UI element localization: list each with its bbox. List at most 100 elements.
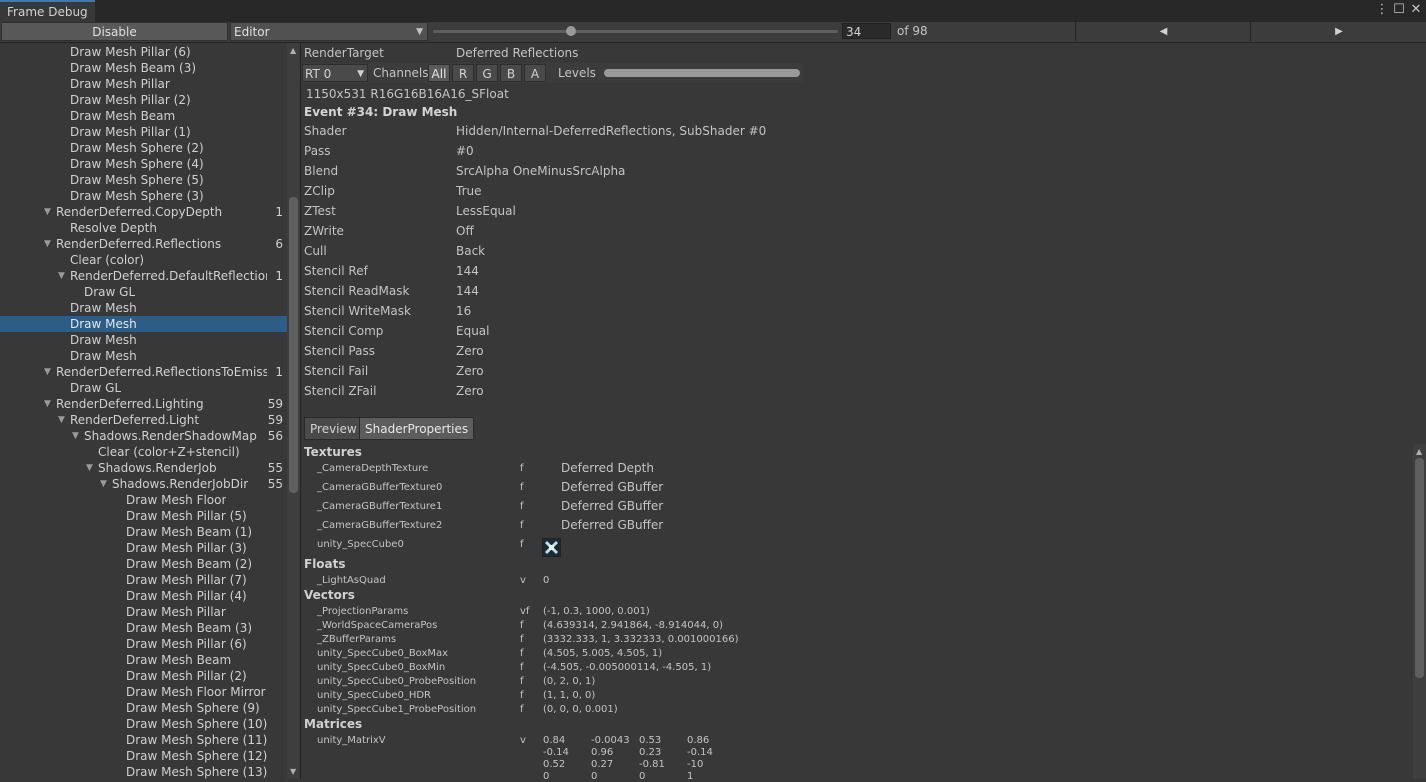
tree-row[interactable]: ▼ Shadows.RenderJob 55	[0, 460, 287, 476]
target-dropdown[interactable]: Editor ▼	[230, 22, 428, 41]
channel-all-button[interactable]: All	[428, 64, 450, 82]
tree-row[interactable]: Draw Mesh Pillar (6)	[0, 636, 287, 652]
tree-row-label: Draw Mesh Pillar (4)	[126, 589, 247, 603]
event-tree: Draw Mesh Pillar (6) Draw Mesh Beam (3) Dr…	[0, 43, 287, 779]
tab-preview[interactable]: Preview	[304, 417, 363, 440]
tree-row[interactable]: Draw Mesh Floor Mirror	[0, 684, 287, 700]
event-prop-value: Off	[456, 224, 474, 238]
shader-prop-value: Deferred GBuffer	[561, 499, 664, 513]
expand-arrow-icon[interactable]: ▼	[58, 268, 65, 284]
tab-shader-properties[interactable]: ShaderProperties	[359, 417, 475, 440]
tree-row[interactable]: Draw Mesh Beam (1)	[0, 524, 287, 540]
frame-number-input[interactable]: 34	[842, 23, 891, 39]
tree-row[interactable]: Draw Mesh Floor	[0, 492, 287, 508]
window-tab[interactable]: Frame Debug	[0, 0, 95, 22]
scroll-down-icon[interactable]: ▼	[290, 767, 296, 776]
tree-row-count: 55	[267, 477, 283, 491]
frame-slider[interactable]	[433, 30, 838, 33]
tree-row[interactable]: ▼ RenderDeferred.CopyDepth 1	[0, 204, 287, 220]
shader-prop-name: _CameraDepthTexture	[317, 463, 429, 474]
shader-prop-type: f	[520, 520, 524, 531]
tree-row[interactable]: Draw Mesh Beam (2)	[0, 556, 287, 572]
tree-row[interactable]: Draw Mesh Sphere (12)	[0, 748, 287, 764]
tree-row[interactable]: Draw Mesh Pillar (2)	[0, 668, 287, 684]
tree-scrollbar-thumb[interactable]	[289, 197, 298, 493]
shader-prop-name: unity_MatrixV	[317, 735, 386, 746]
shader-prop-name: unity_SpecCube0_HDR	[317, 690, 431, 701]
tree-row[interactable]: Draw Mesh Sphere (5)	[0, 172, 287, 188]
tree-row[interactable]: ▼ RenderDeferred.ReflectionsToEmissive 1	[0, 364, 287, 380]
tree-row[interactable]: Draw GL	[0, 380, 287, 396]
tree-row[interactable]: Clear (color+Z+stencil)	[0, 444, 287, 460]
tree-row[interactable]: ▼ Shadows.RenderJobDir 55	[0, 476, 287, 492]
tree-row[interactable]: Draw Mesh Beam (3)	[0, 620, 287, 636]
tree-row[interactable]: Draw Mesh	[0, 300, 287, 316]
disable-button[interactable]: Disable	[1, 22, 228, 41]
tree-row[interactable]: Draw Mesh Beam	[0, 108, 287, 124]
more-menu-icon[interactable]: ⋮	[1375, 2, 1389, 18]
frame-slider-thumb[interactable]	[565, 26, 576, 36]
previous-event-button[interactable]: ◀	[1075, 22, 1251, 41]
tree-row[interactable]: ▼ RenderDeferred.Lighting 59	[0, 396, 287, 412]
frame-total-label: of 98	[897, 24, 928, 38]
tree-row[interactable]: Draw Mesh Pillar (3)	[0, 540, 287, 556]
tree-row[interactable]: Draw GL	[0, 284, 287, 300]
tree-row[interactable]: ▼ RenderDeferred.Light 59	[0, 412, 287, 428]
tree-row[interactable]: Draw Mesh Pillar (6)	[0, 44, 287, 60]
tree-row[interactable]: Draw Mesh Pillar (4)	[0, 588, 287, 604]
tree-row[interactable]: ▼ RenderDeferred.Reflections 6	[0, 236, 287, 252]
tree-row[interactable]: Resolve Depth	[0, 220, 287, 236]
expand-arrow-icon[interactable]: ▼	[44, 204, 51, 220]
tree-row[interactable]: Draw Mesh Sphere (11)	[0, 732, 287, 748]
event-prop-value: SrcAlpha OneMinusSrcAlpha	[456, 164, 626, 178]
matrices-heading: Matrices	[304, 717, 363, 731]
scroll-up-icon[interactable]: ▲	[1416, 447, 1422, 456]
maximize-icon[interactable]: ☐	[1392, 2, 1406, 18]
panel-divider[interactable]	[300, 43, 301, 779]
expand-arrow-icon[interactable]: ▼	[44, 364, 51, 380]
tree-row-label: Draw Mesh Beam (3)	[70, 61, 197, 75]
tree-row[interactable]: ▼ RenderDeferred.DefaultReflection 1	[0, 268, 287, 284]
event-prop-name: ZWrite	[304, 224, 344, 238]
next-event-button[interactable]: ▶	[1250, 22, 1426, 41]
event-prop-name: Stencil ReadMask	[304, 284, 410, 298]
tree-row[interactable]: Draw Mesh Pillar (1)	[0, 124, 287, 140]
tree-row[interactable]: ▼ Shadows.RenderShadowMap 56	[0, 428, 287, 444]
dropdown-arrow-icon: ▼	[416, 27, 423, 37]
expand-arrow-icon[interactable]: ▼	[72, 428, 79, 444]
scroll-up-icon[interactable]: ▲	[290, 46, 296, 55]
tree-row[interactable]: Draw Mesh Pillar (2)	[0, 92, 287, 108]
levels-range-slider[interactable]	[604, 69, 800, 77]
tree-row-label: Draw Mesh Beam	[126, 653, 232, 667]
properties-scrollbar-thumb[interactable]	[1415, 458, 1424, 678]
tree-row[interactable]: Draw Mesh	[0, 316, 287, 332]
expand-arrow-icon[interactable]: ▼	[86, 460, 93, 476]
tree-row[interactable]: Draw Mesh Sphere (13)	[0, 764, 287, 779]
close-icon[interactable]: ✕	[1409, 2, 1423, 18]
tree-row[interactable]: Draw Mesh Sphere (4)	[0, 156, 287, 172]
tree-row[interactable]: Draw Mesh Beam (3)	[0, 60, 287, 76]
channel-a-button[interactable]: A	[524, 64, 546, 82]
tree-row[interactable]: Draw Mesh Pillar	[0, 604, 287, 620]
rt-dropdown[interactable]: RT 0 ▼	[302, 64, 368, 82]
expand-arrow-icon[interactable]: ▼	[100, 476, 107, 492]
tree-row[interactable]: Draw Mesh Pillar (5)	[0, 508, 287, 524]
matrix-cell: 0	[543, 771, 550, 782]
tree-row-label: Draw Mesh Floor	[126, 493, 227, 507]
expand-arrow-icon[interactable]: ▼	[44, 236, 51, 252]
tree-row[interactable]: Draw Mesh	[0, 348, 287, 364]
tree-row[interactable]: Draw Mesh Pillar (7)	[0, 572, 287, 588]
channel-g-button[interactable]: G	[476, 64, 498, 82]
tree-row[interactable]: Draw Mesh Sphere (2)	[0, 140, 287, 156]
tree-row[interactable]: Draw Mesh Sphere (9)	[0, 700, 287, 716]
tree-row[interactable]: Draw Mesh Sphere (10)	[0, 716, 287, 732]
tree-row[interactable]: Clear (color)	[0, 252, 287, 268]
expand-arrow-icon[interactable]: ▼	[44, 396, 51, 412]
tree-row[interactable]: Draw Mesh Sphere (3)	[0, 188, 287, 204]
tree-row[interactable]: Draw Mesh	[0, 332, 287, 348]
channel-r-button[interactable]: R	[452, 64, 474, 82]
channel-b-button[interactable]: B	[500, 64, 522, 82]
tree-row[interactable]: Draw Mesh Pillar	[0, 76, 287, 92]
tree-row[interactable]: Draw Mesh Beam	[0, 652, 287, 668]
expand-arrow-icon[interactable]: ▼	[58, 412, 65, 428]
